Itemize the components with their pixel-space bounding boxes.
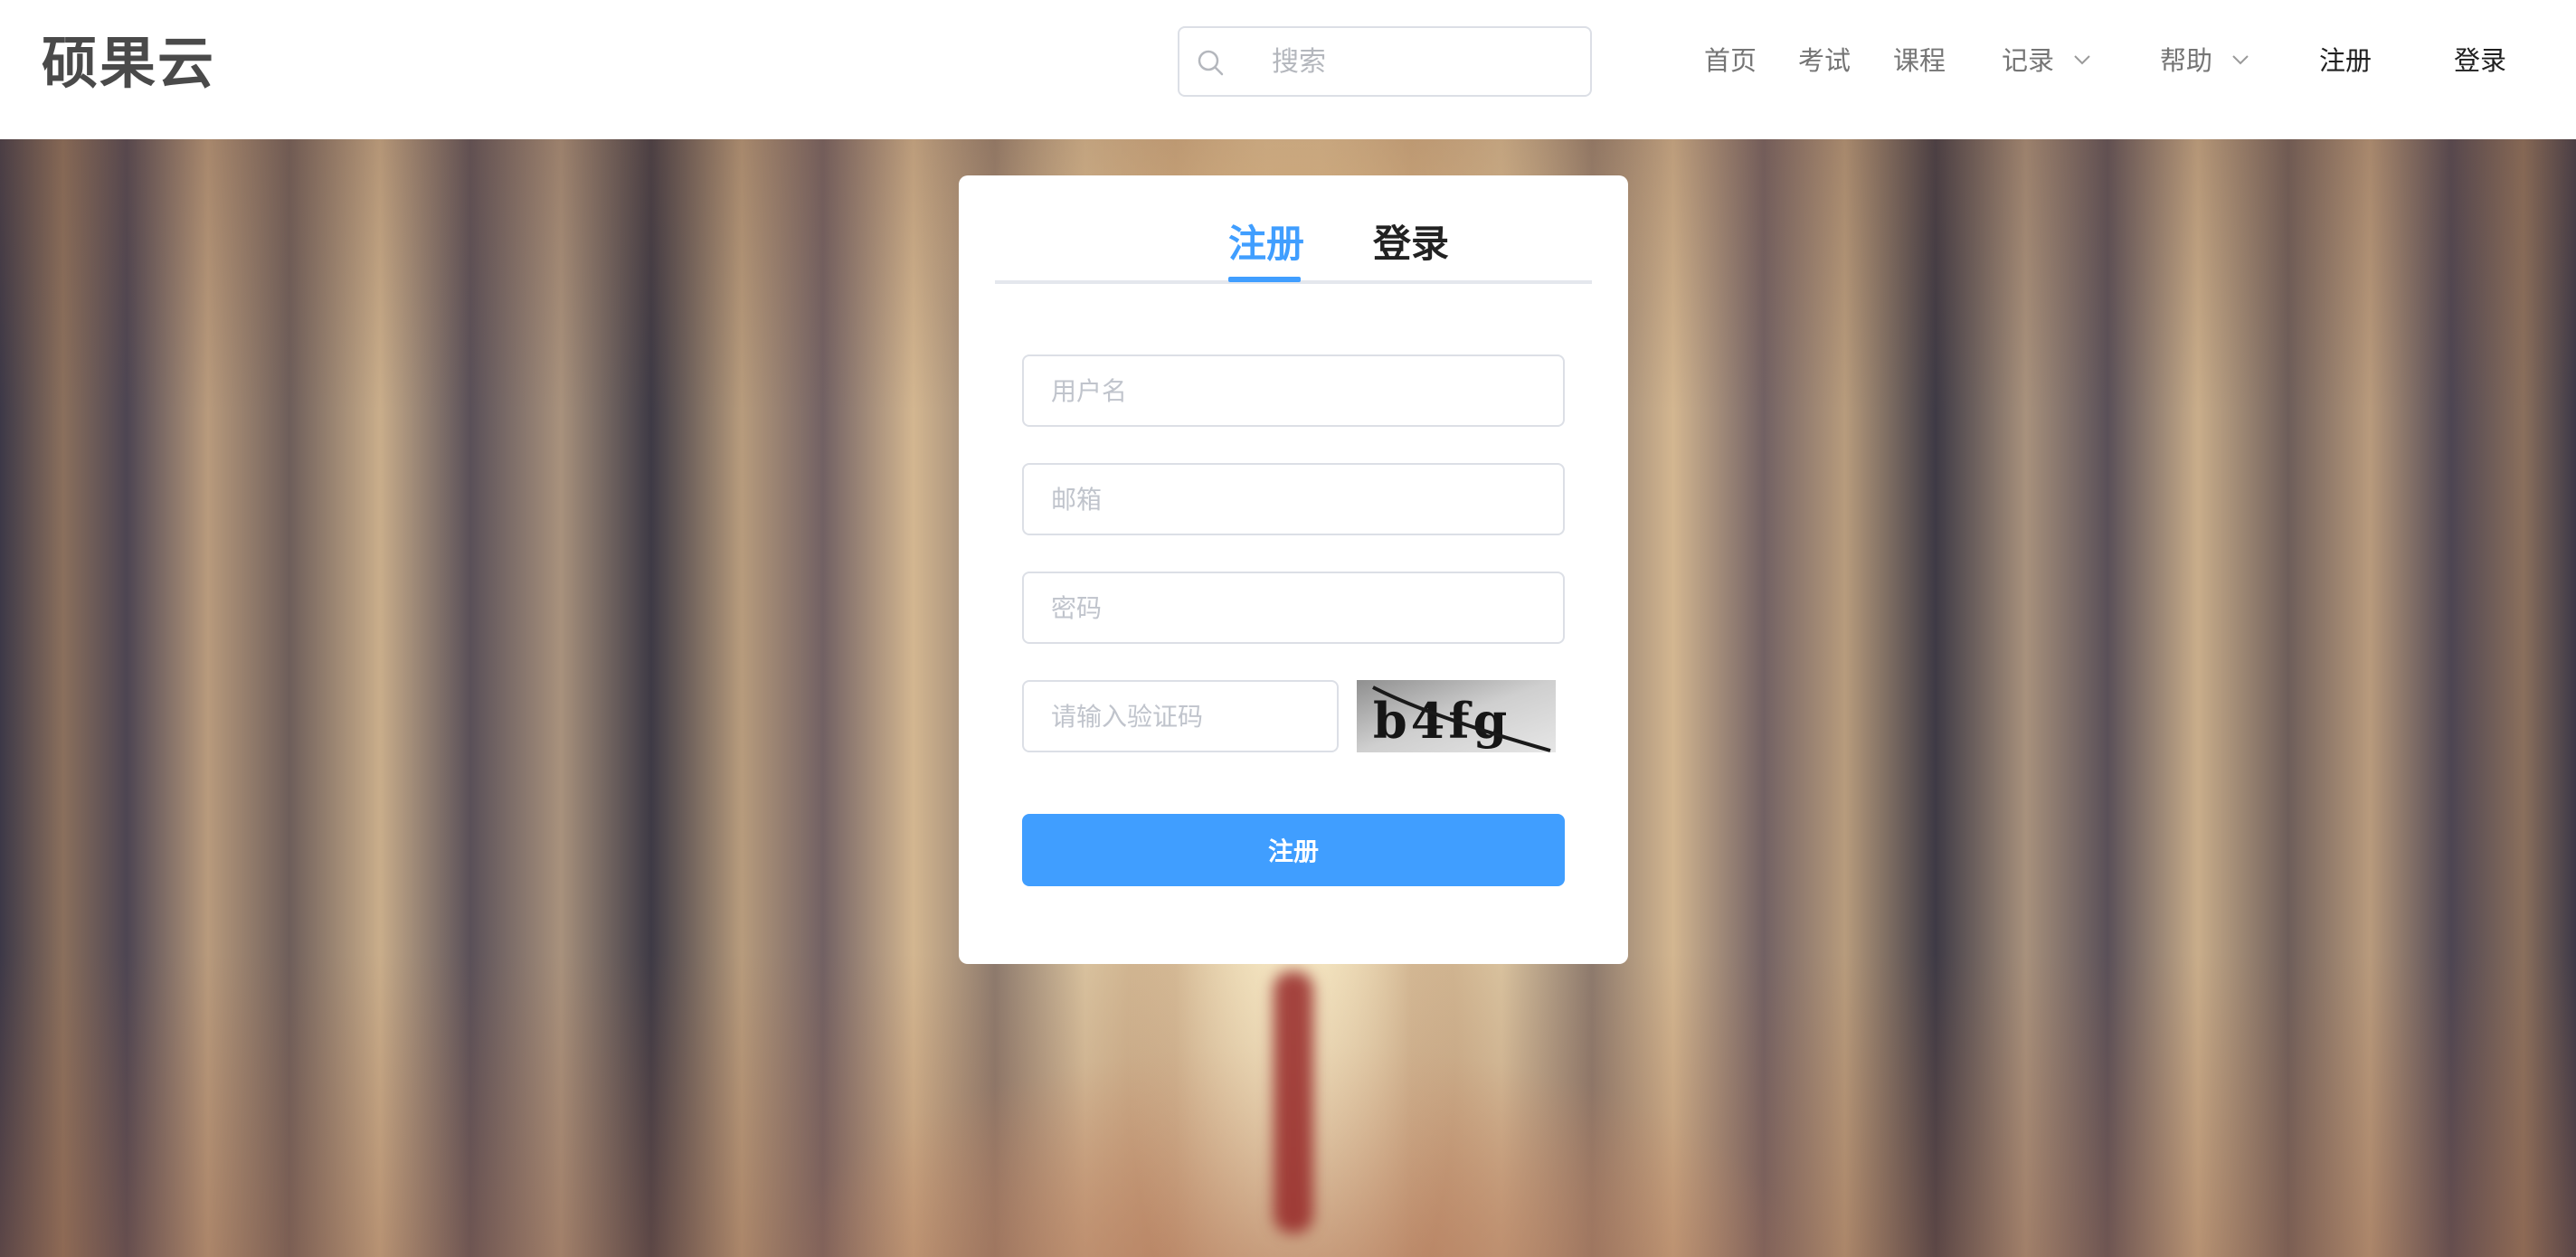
nav-exam[interactable]: 考试 xyxy=(1798,42,1851,80)
password-input[interactable] xyxy=(1024,573,1563,642)
search-icon xyxy=(1198,50,1224,76)
chevron-down-icon xyxy=(2074,55,2090,65)
nav-records-dropdown[interactable]: 记录 xyxy=(2002,42,2092,80)
nav-help-label: 帮助 xyxy=(2160,45,2213,76)
nav-course[interactable]: 课程 xyxy=(1893,42,1946,80)
nav-records-label: 记录 xyxy=(2002,45,2055,76)
top-navbar: 硕果云 首页 考试 课程 记录 帮助 注册 登录 xyxy=(0,0,2576,139)
tab-register[interactable]: 注册 xyxy=(1228,221,1304,268)
username-field[interactable] xyxy=(1022,354,1565,427)
background-detail xyxy=(1274,971,1313,1233)
captcha-input[interactable] xyxy=(1024,682,1337,751)
username-input[interactable] xyxy=(1024,356,1563,425)
register-submit-button[interactable]: 注册 xyxy=(1022,814,1565,886)
search-input[interactable] xyxy=(1270,28,1577,95)
auth-card: 注册 登录 b4fg 注册 xyxy=(959,175,1628,964)
captcha-field[interactable] xyxy=(1022,680,1339,752)
nav-register[interactable]: 注册 xyxy=(2319,42,2372,80)
active-tab-indicator xyxy=(1228,277,1301,282)
chevron-down-icon xyxy=(2232,55,2249,65)
nav-home[interactable]: 首页 xyxy=(1704,42,1757,80)
site-logo[interactable]: 硕果云 xyxy=(42,31,215,96)
email-field[interactable] xyxy=(1022,463,1565,535)
password-field[interactable] xyxy=(1022,572,1565,644)
captcha-image[interactable]: b4fg xyxy=(1357,680,1556,752)
email-input[interactable] xyxy=(1024,465,1563,534)
auth-tabs: 注册 登录 xyxy=(995,175,1592,284)
search-box[interactable] xyxy=(1178,26,1592,97)
tab-login[interactable]: 登录 xyxy=(1373,221,1449,268)
captcha-text: b4fg xyxy=(1373,692,1511,750)
nav-login[interactable]: 登录 xyxy=(2454,42,2506,80)
nav-help-dropdown[interactable]: 帮助 xyxy=(2160,42,2250,80)
